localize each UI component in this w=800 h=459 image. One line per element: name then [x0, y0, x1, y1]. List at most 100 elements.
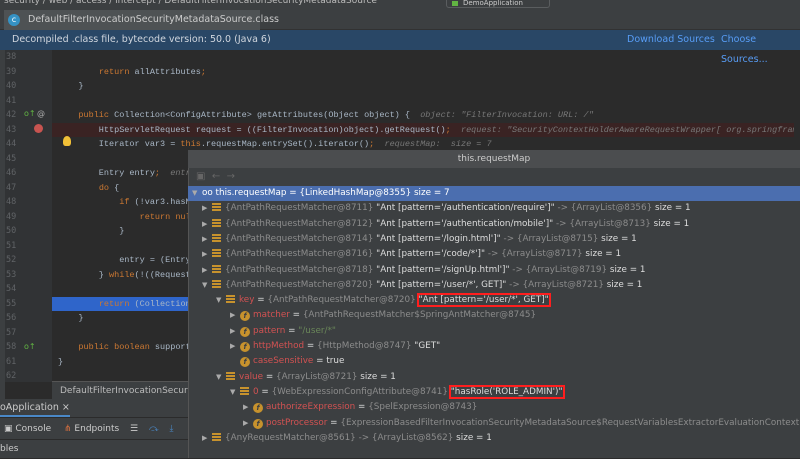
line-number: 44	[6, 139, 17, 149]
item-field[interactable]: ▶ f postProcessor = {ExpressionBasedFilter…	[188, 416, 800, 431]
line-number: 45	[6, 153, 17, 164]
item-object: {WebExpressionConfigAttribute@8741}	[271, 386, 448, 397]
code-line[interactable]: HttpServletRequest request = ((FilterInv…	[52, 122, 794, 137]
run-tab[interactable]: oApplication ×	[0, 399, 188, 417]
expand-arrow-icon[interactable]: ▶	[230, 339, 240, 354]
entry-size: size = 1	[606, 279, 643, 290]
map-entry[interactable]: ▶ {AntPathRequestMatcher@8712} "Ant [patt…	[188, 217, 800, 232]
item-field[interactable]: ▶ f authorizeExpression = {SpelExpression@…	[188, 400, 800, 415]
collapse-arrow-icon[interactable]: ▼	[202, 278, 212, 293]
line-number: 48	[6, 197, 17, 207]
expand-arrow-icon[interactable]: ▶	[243, 400, 253, 415]
expand-arrow-icon[interactable]: ▶	[243, 416, 253, 431]
field-name: matcher	[253, 310, 290, 321]
entry-value: -> {ArrayList@8717}	[487, 249, 583, 260]
code-token: ;	[445, 124, 461, 135]
key-field[interactable]: ▶ f matcher = {AntPathRequestMatcher$Sprin…	[188, 308, 800, 323]
code-line[interactable]: public Collection<ConfigAttribute> getAt…	[58, 108, 800, 123]
expand-arrow-icon[interactable]: ▶	[230, 308, 240, 323]
map-entry[interactable]: ▶ {AntPathRequestMatcher@8711} "Ant [patt…	[188, 201, 800, 216]
line-number: 40	[6, 81, 17, 91]
code-line[interactable]: }	[58, 79, 800, 94]
popup-title[interactable]: this.requestMap	[188, 150, 800, 168]
forward-icon[interactable]: →	[227, 171, 235, 182]
line-number: 55	[6, 298, 17, 309]
map-entry[interactable]: ▶ {AntPathRequestMatcher@8716} "Ant [patt…	[188, 247, 800, 262]
run-config-selector[interactable]: DemoApplication	[446, 0, 550, 8]
code-line[interactable]	[58, 50, 800, 65]
inline-value-hint: object: "FilterInvocation: URL: /"	[420, 110, 594, 120]
back-icon[interactable]: ←	[212, 171, 220, 182]
collapse-arrow-icon[interactable]: ▼	[216, 370, 226, 385]
editor-breadcrumb-status[interactable]: DefaultFilterInvocationSecurityMetadataS…	[52, 381, 188, 399]
expand-arrow-icon[interactable]: ▶	[202, 217, 212, 232]
collapse-arrow-icon[interactable]: ▼	[216, 293, 226, 308]
entry-icon	[212, 203, 221, 212]
key-field[interactable]: f caseSensitive = true	[188, 354, 800, 369]
map-entry-any[interactable]: ▶ {AnyRequestMatcher@8561} -> {ArrayList@…	[188, 431, 800, 446]
field-value: "GET"	[414, 341, 441, 351]
value-node[interactable]: ▼ value = {ArrayList@8721} size = 1	[188, 370, 800, 385]
map-entry[interactable]: ▶ {AntPathRequestMatcher@8714} "Ant [patt…	[188, 232, 800, 247]
entry-size: size = 1	[456, 432, 492, 443]
line-number: 53	[6, 269, 17, 280]
download-sources-link[interactable]: Download Sources	[627, 30, 715, 50]
code-token: ;	[369, 139, 385, 149]
expand-arrow-icon[interactable]: ▶	[202, 263, 212, 278]
expand-arrow-icon[interactable]: ▶	[202, 431, 212, 446]
field-icon: f	[253, 403, 263, 414]
key-field[interactable]: ▶ f pattern = "/user/*"	[188, 324, 800, 339]
field-icon: f	[240, 311, 250, 322]
endpoints-tab[interactable]: Endpoints	[74, 424, 119, 434]
entry-icon	[212, 249, 221, 258]
breakpoint-icon[interactable]	[34, 124, 43, 133]
field-name: httpMethod	[253, 341, 305, 351]
editor-tab[interactable]: DefaultFilterInvocationSecurityMetadataS…	[4, 10, 279, 30]
frames-icon[interactable]: ▣	[196, 171, 205, 182]
eq: =	[304, 341, 318, 351]
value-name: value	[239, 371, 264, 382]
value-item-0[interactable]: ▼ 0 = {WebExpressionConfigAttribute@8741}…	[188, 384, 800, 400]
line-number: 50	[6, 226, 17, 236]
map-entry[interactable]: ▼ {AntPathRequestMatcher@8720} "Ant [patt…	[188, 278, 800, 293]
code-token: public	[78, 110, 115, 120]
key-field[interactable]: ▶ f httpMethod = {HttpMethod@8747} "GET"	[188, 339, 800, 354]
root-label: oo this.requestMap = {LinkedHashMap@8355…	[202, 188, 450, 198]
entry-icon	[212, 264, 221, 273]
expand-arrow-icon[interactable]: ▶	[230, 324, 240, 339]
entry-size: size = 1	[609, 264, 646, 275]
code-token: }	[58, 356, 64, 367]
expand-arrow-icon[interactable]: ▶	[202, 201, 212, 216]
code-token: (!((Request	[134, 269, 191, 280]
eq: =	[285, 325, 299, 336]
close-tab-icon[interactable]: ×	[246, 10, 254, 30]
lightbulb-icon[interactable]	[63, 136, 71, 146]
breadcrumb[interactable]: security / web / access / intercept / De…	[0, 0, 800, 8]
entry-object: {AntPathRequestMatcher@8718}	[225, 264, 374, 275]
entry-string: "Ant [pattern='/code/*']"	[376, 249, 486, 260]
expand-arrow-icon[interactable]: ▶	[202, 232, 212, 247]
step-over-icon[interactable]: ⤼	[141, 424, 159, 434]
entry-value: -> {ArrayList@8713}	[556, 218, 651, 229]
inline-value-hint: requestMap: size = 7	[384, 139, 492, 149]
menu-icon[interactable]: ☰	[122, 424, 138, 434]
code-token: .requestMap.entrySet().iterator()	[200, 139, 370, 149]
key-node[interactable]: ▼ key = {AntPathRequestMatcher@8720} "Ant…	[188, 293, 800, 308]
tree-root[interactable]: ▼ oo this.requestMap = {LinkedHashMap@835…	[188, 186, 800, 202]
expand-arrow-icon[interactable]: ▶	[202, 247, 212, 262]
code-line[interactable]	[58, 94, 800, 109]
code-line[interactable]: return allAttributes;	[58, 65, 800, 80]
line-number: 39	[6, 66, 17, 77]
step-into-icon[interactable]: ⤓	[162, 424, 174, 434]
map-entry[interactable]: ▶ {AntPathRequestMatcher@8718} "Ant [patt…	[188, 263, 800, 278]
override-icon: o↑	[24, 109, 36, 118]
entry-icon	[212, 233, 221, 242]
code-token: while	[109, 269, 135, 280]
console-tab[interactable]: Console	[15, 424, 51, 434]
field-name: postProcessor	[266, 417, 328, 428]
eq: =	[263, 371, 276, 382]
collapse-arrow-icon[interactable]: ▼	[230, 385, 240, 400]
console-icon: ▣	[4, 424, 13, 434]
collapse-arrow-icon[interactable]: ▼	[192, 186, 202, 201]
